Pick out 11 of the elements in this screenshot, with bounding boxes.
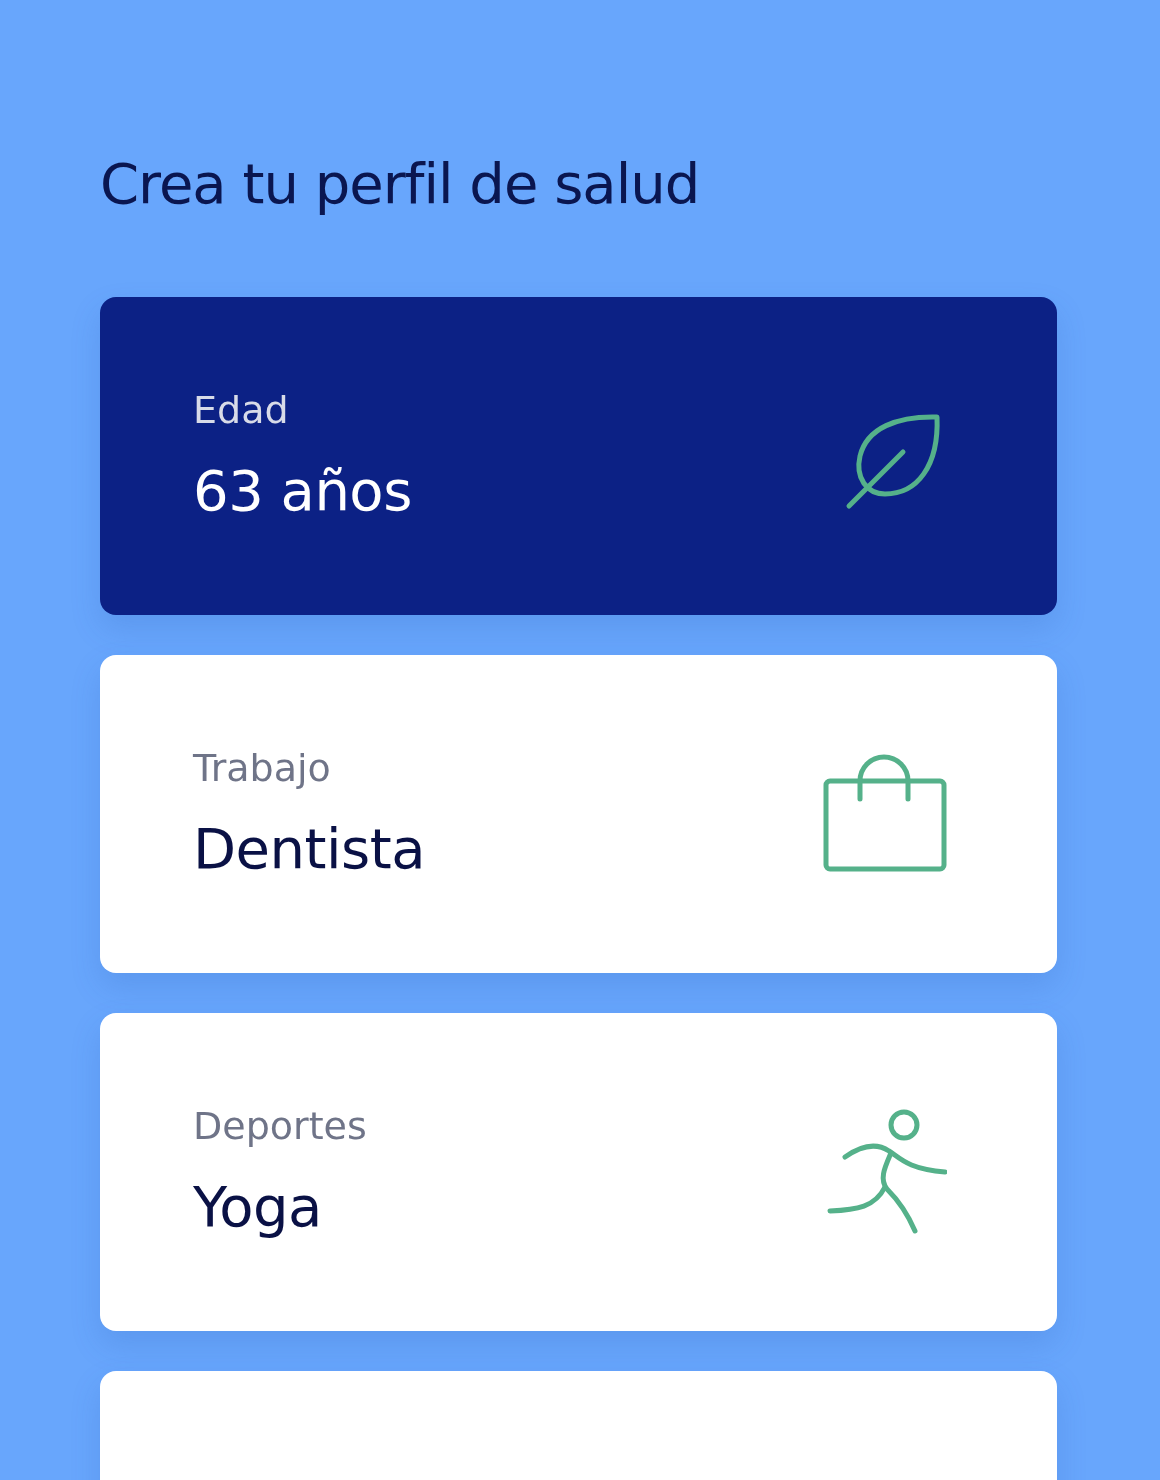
card-value: Yoga — [193, 1176, 323, 1238]
card-value: Dentista — [193, 818, 426, 880]
shopping-bag-icon — [823, 754, 947, 875]
page-title: Crea tu perfil de salud — [100, 150, 701, 218]
profile-card[interactable]: Deportes Yoga — [100, 1013, 1057, 1332]
card-label: Deportes — [193, 1106, 367, 1149]
card-label: Trabajo — [193, 748, 332, 791]
profile-card[interactable]: Trabajo Dentista — [100, 655, 1057, 974]
card-value: 63 años — [193, 460, 412, 522]
profile-card[interactable]: Edad 63 años — [100, 297, 1057, 616]
card-label: Edad — [193, 390, 290, 433]
